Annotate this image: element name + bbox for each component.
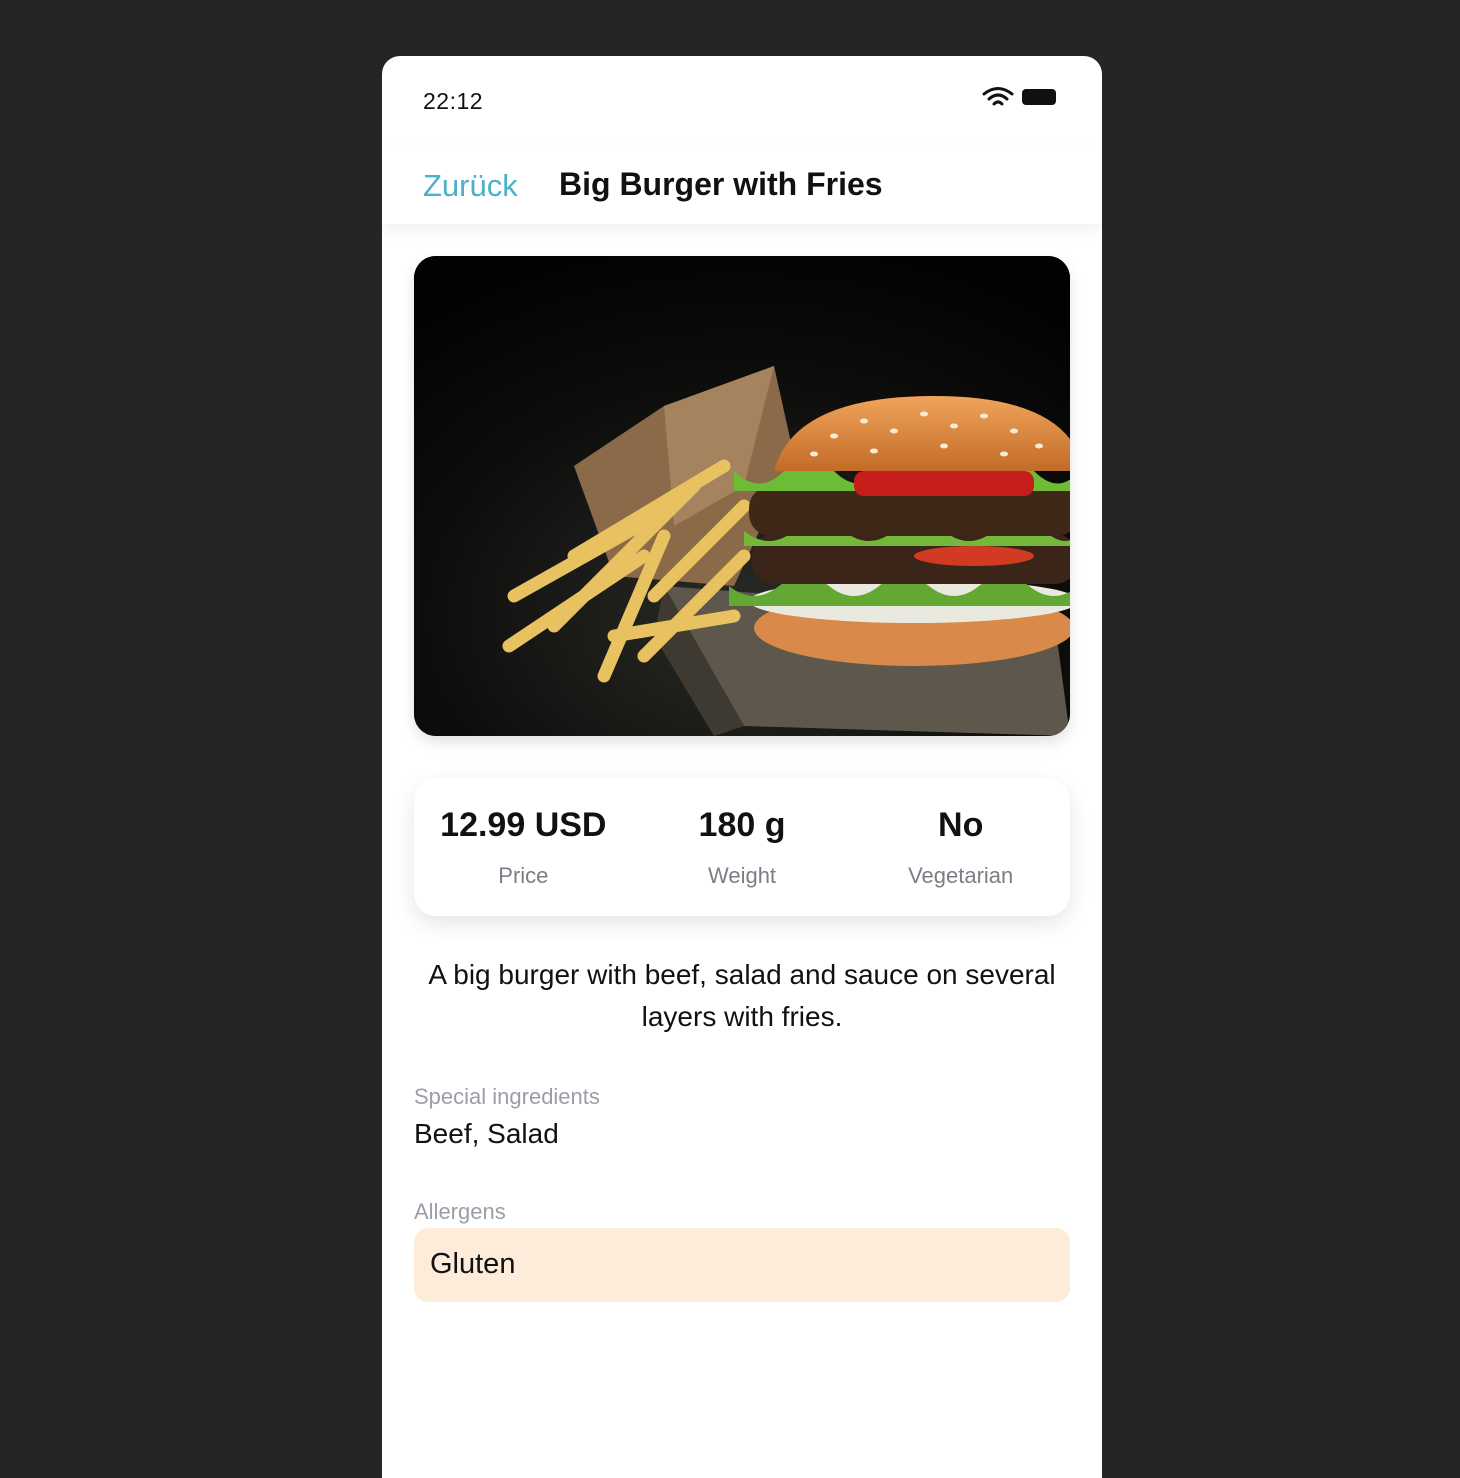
- vegetarian-label: Vegetarian: [908, 863, 1014, 888]
- weight-info: 180 g Weight: [633, 778, 852, 916]
- status-bar: 22:12: [382, 56, 1102, 146]
- ingredients-value: Beef, Salad: [414, 1118, 559, 1149]
- info-card: 12.99 USD Price 180 g Weight No Vegetari…: [414, 778, 1070, 916]
- description-text: A big burger with beef, salad and sauce …: [428, 959, 1056, 1032]
- allergen-text: Gluten: [430, 1248, 516, 1280]
- battery-icon: [1022, 89, 1056, 105]
- vegetarian-value: No: [938, 806, 984, 844]
- burger-with-fries-photo: [414, 256, 1070, 736]
- allergens-label: Allergens: [414, 1199, 506, 1224]
- back-button[interactable]: Zurück: [423, 168, 518, 204]
- allergen-chip: Gluten: [414, 1228, 1070, 1302]
- navigation-bar: Zurück Big Burger with Fries: [382, 146, 1102, 224]
- status-time: 22:12: [423, 88, 484, 114]
- price-label: Price: [498, 863, 549, 888]
- price-value: 12.99 USD: [440, 806, 607, 844]
- price-info: 12.99 USD Price: [414, 778, 633, 916]
- page-title: Big Burger with Fries: [559, 166, 883, 202]
- weight-label: Weight: [707, 863, 777, 888]
- wifi-icon: [982, 87, 1014, 106]
- phone-screen: 22:12 Zurück Big Burger with Fries 12.99…: [382, 56, 1102, 1478]
- vegetarian-info: No Vegetarian: [851, 778, 1070, 916]
- weight-value: 180 g: [698, 806, 786, 844]
- ingredients-label: Special ingredients: [414, 1084, 600, 1109]
